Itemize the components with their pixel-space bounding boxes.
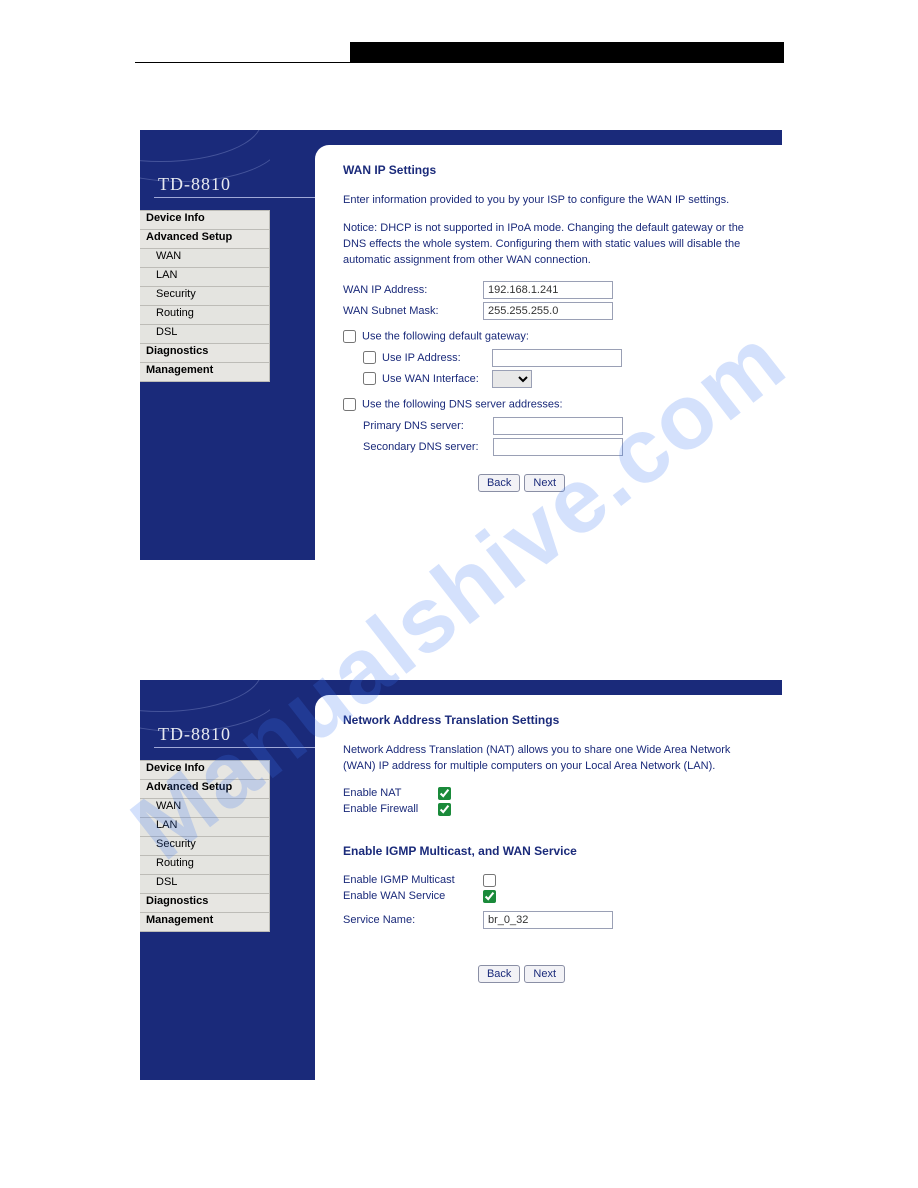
primary-dns-input[interactable] (493, 417, 623, 435)
intro-text: Network Address Translation (NAT) allows… (343, 743, 760, 775)
nav-wan[interactable]: WAN (140, 249, 270, 268)
dns-label: Use the following DNS server addresses: (362, 398, 563, 410)
dns-checkbox[interactable] (343, 398, 356, 411)
nav-device-info[interactable]: Device Info (140, 210, 270, 230)
back-button[interactable]: Back (478, 965, 520, 983)
page-title: Network Address Translation Settings (343, 713, 760, 727)
nav-security[interactable]: Security (140, 287, 270, 306)
nav-routing[interactable]: Routing (140, 856, 270, 875)
service-name-label: Service Name: (343, 914, 483, 926)
nav-lan[interactable]: LAN (140, 818, 270, 837)
enable-wan-service-label: Enable WAN Service (343, 890, 483, 902)
wan-mask-input[interactable] (483, 302, 613, 320)
router-panel-nat: TD-8810 Device Info Advanced Setup WAN L… (140, 680, 782, 1080)
header-swoosh (140, 680, 270, 732)
use-ip-checkbox[interactable] (363, 351, 376, 364)
back-button[interactable]: Back (478, 474, 520, 492)
service-name-input[interactable] (483, 911, 613, 929)
enable-firewall-label: Enable Firewall (343, 803, 438, 815)
nav-management[interactable]: Management (140, 913, 270, 932)
nav-management[interactable]: Management (140, 363, 270, 382)
enable-firewall-checkbox[interactable] (438, 803, 451, 816)
wan-ip-label: WAN IP Address: (343, 284, 483, 296)
wan-mask-label: WAN Subnet Mask: (343, 305, 483, 317)
secondary-dns-label: Secondary DNS server: (363, 441, 493, 453)
use-wan-if-checkbox[interactable] (363, 372, 376, 385)
secondary-dns-input[interactable] (493, 438, 623, 456)
nav-routing[interactable]: Routing (140, 306, 270, 325)
section-heading: Enable IGMP Multicast, and WAN Service (343, 844, 760, 858)
nav-advanced-setup[interactable]: Advanced Setup (140, 780, 270, 799)
sidebar-nav: Device Info Advanced Setup WAN LAN Secur… (140, 760, 270, 932)
use-wan-if-select[interactable] (492, 370, 532, 388)
sidebar-nav: Device Info Advanced Setup WAN LAN Secur… (140, 210, 270, 382)
default-gateway-checkbox[interactable] (343, 330, 356, 343)
use-ip-input[interactable] (492, 349, 622, 367)
use-wan-if-label: Use WAN Interface: (382, 373, 492, 385)
next-button[interactable]: Next (524, 965, 565, 983)
nav-device-info[interactable]: Device Info (140, 760, 270, 780)
content-panel: WAN IP Settings Enter information provid… (315, 145, 782, 560)
enable-wan-service-checkbox[interactable] (483, 890, 496, 903)
nav-diagnostics[interactable]: Diagnostics (140, 344, 270, 363)
next-button[interactable]: Next (524, 474, 565, 492)
header-swoosh (140, 130, 270, 182)
nav-advanced-setup[interactable]: Advanced Setup (140, 230, 270, 249)
enable-nat-label: Enable NAT (343, 787, 438, 799)
router-panel-wan-ip: TD-8810 Device Info Advanced Setup WAN L… (140, 130, 782, 560)
enable-igmp-checkbox[interactable] (483, 874, 496, 887)
nav-diagnostics[interactable]: Diagnostics (140, 894, 270, 913)
content-panel: Network Address Translation Settings Net… (315, 695, 782, 1080)
notice-text: Notice: DHCP is not supported in IPoA mo… (343, 221, 760, 269)
primary-dns-label: Primary DNS server: (363, 420, 493, 432)
default-gateway-label: Use the following default gateway: (362, 330, 529, 342)
enable-igmp-label: Enable IGMP Multicast (343, 874, 483, 886)
intro-text: Enter information provided to you by you… (343, 193, 760, 209)
use-ip-label: Use IP Address: (382, 352, 492, 364)
nav-dsl[interactable]: DSL (140, 325, 270, 344)
nav-wan[interactable]: WAN (140, 799, 270, 818)
nav-lan[interactable]: LAN (140, 268, 270, 287)
page-title: WAN IP Settings (343, 163, 760, 177)
enable-nat-checkbox[interactable] (438, 787, 451, 800)
nav-security[interactable]: Security (140, 837, 270, 856)
wan-ip-input[interactable] (483, 281, 613, 299)
nav-dsl[interactable]: DSL (140, 875, 270, 894)
